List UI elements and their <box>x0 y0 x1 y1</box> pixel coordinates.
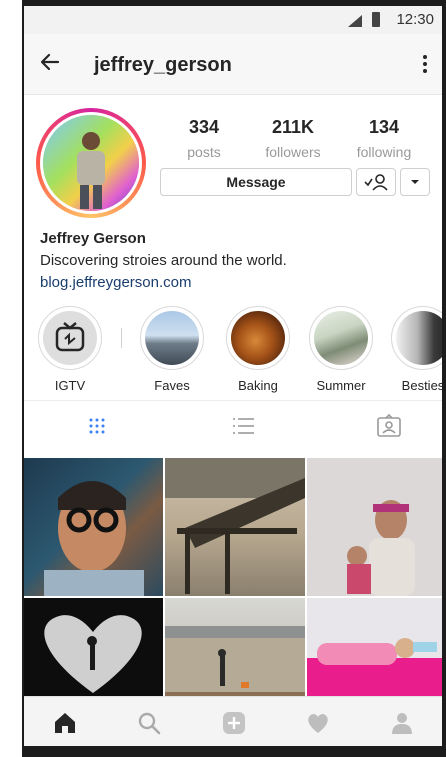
following-status-button[interactable] <box>356 168 396 196</box>
avatar-photo <box>43 115 139 211</box>
highlight-ring <box>309 306 373 370</box>
grid-photo-image <box>307 638 442 698</box>
profile-tabs <box>24 400 442 451</box>
back-arrow-icon[interactable] <box>38 50 62 74</box>
faves-cover-image <box>145 311 199 365</box>
highlight-ring <box>140 306 204 370</box>
user-check-icon <box>364 174 388 191</box>
battery-icon <box>372 12 380 27</box>
highlight-label: Summer <box>316 378 366 393</box>
bio-link[interactable]: blog.jeffreygerson.com <box>40 274 191 291</box>
highlight-label: IGTV <box>54 378 86 393</box>
grid-photo[interactable] <box>165 598 305 698</box>
add-icon[interactable] <box>221 710 247 736</box>
grid-photo-image <box>347 500 415 596</box>
highlight-ring <box>226 306 290 370</box>
highlight-label: Baking <box>238 378 278 393</box>
highlight-label: Besties <box>401 378 442 393</box>
grid-photo-image <box>165 458 305 594</box>
posts-count: 334 <box>188 117 220 137</box>
stat-followers[interactable]: 211K followers <box>253 117 333 160</box>
device-frame-right <box>442 0 446 757</box>
status-bar: 12:30 <box>24 6 442 34</box>
stat-following[interactable]: 134 following <box>344 117 424 160</box>
bottom-navigation <box>24 696 442 746</box>
baking-cover-image <box>231 311 285 365</box>
avatar-story-ring[interactable] <box>36 108 146 218</box>
igtv-icon <box>55 322 85 352</box>
profile-icon[interactable] <box>389 710 415 736</box>
following-label: following <box>356 144 412 160</box>
highlight-ring <box>391 306 442 370</box>
grid-photo[interactable] <box>24 458 163 596</box>
phone-screen: 12:30 jeffrey_gerson 334 posts 211K foll… <box>24 6 442 746</box>
highlight-igtv[interactable]: IGTV <box>37 306 103 393</box>
signal-icon <box>348 15 362 27</box>
besties-cover-image <box>396 311 442 365</box>
avatar <box>43 115 139 211</box>
highlight-summer[interactable]: Summer <box>308 306 374 393</box>
following-count: 134 <box>368 117 400 137</box>
highlight-faves[interactable]: Faves <box>139 306 205 393</box>
photo-grid <box>24 458 442 698</box>
list-icon[interactable] <box>228 413 258 439</box>
home-icon[interactable] <box>52 710 78 736</box>
stat-posts[interactable]: 334 posts <box>164 117 244 160</box>
page-title: jeffrey_gerson <box>94 54 232 76</box>
grid-photo-image <box>165 626 305 698</box>
summer-cover-image <box>314 311 368 365</box>
grid-photo[interactable] <box>165 458 305 596</box>
igtv-cover <box>43 311 97 365</box>
status-time: 12:30 <box>396 11 434 28</box>
bio-name: Jeffrey Gerson <box>40 230 146 247</box>
tagged-icon[interactable] <box>374 413 404 439</box>
profile-header: jeffrey_gerson <box>24 34 442 95</box>
chevron-down-icon <box>411 180 419 184</box>
more-options-icon[interactable] <box>420 52 430 76</box>
followers-count: 211K <box>271 117 315 137</box>
grid-photo[interactable] <box>307 598 442 698</box>
highlight-ring <box>38 306 102 370</box>
grid-icon[interactable] <box>82 413 112 439</box>
highlight-besties[interactable]: Besties <box>390 306 442 393</box>
search-icon[interactable] <box>136 710 162 736</box>
grid-photo[interactable] <box>307 458 442 596</box>
grid-photo[interactable] <box>24 598 163 698</box>
avatar-border <box>40 112 142 214</box>
message-button[interactable]: Message <box>160 168 352 196</box>
highlight-divider <box>121 328 122 348</box>
bio-text: Discovering stroies around the world. <box>40 252 287 269</box>
suggestions-dropdown-button[interactable] <box>400 168 430 196</box>
highlight-label: Faves <box>154 378 190 393</box>
highlight-baking[interactable]: Baking <box>225 306 291 393</box>
heart-icon[interactable] <box>305 710 331 736</box>
grid-photo-image <box>44 481 144 596</box>
grid-photo-image <box>44 615 142 693</box>
device-frame-bottom <box>22 746 446 757</box>
followers-label: followers <box>265 144 321 160</box>
posts-label: posts <box>187 144 221 160</box>
